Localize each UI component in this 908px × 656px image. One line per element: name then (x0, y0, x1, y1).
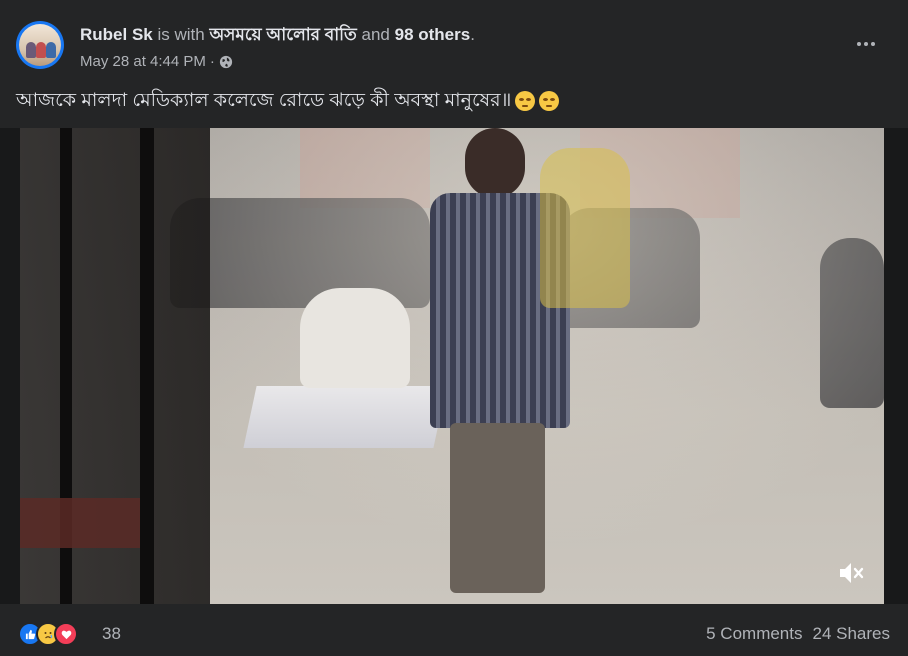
speaker-muted-icon[interactable] (836, 558, 866, 588)
post-footer: 38 5 Comments 24 Shares (0, 604, 908, 656)
shares-count[interactable]: 24 Shares (813, 624, 891, 644)
video-frame[interactable] (20, 128, 884, 604)
dot-icon (864, 42, 868, 46)
tagged-group[interactable]: অসময়ে আলোর বাতি (209, 25, 356, 44)
post-caption: আজকে মালদা মেডিক্যাল কলেজে রোডে ঝড়ে কী … (16, 88, 560, 114)
rolling-eyes-emoji (539, 91, 560, 111)
rolling-eyes-emoji (515, 91, 536, 111)
author-line: Rubel Sk is with অসময়ে আলোর বাতি and 98… (80, 24, 475, 46)
dot-icon (857, 42, 861, 46)
red-object (20, 498, 140, 548)
post-stats: 5 Comments 24 Shares (706, 624, 890, 644)
video-container[interactable] (0, 128, 908, 604)
meta-separator: · (209, 53, 215, 70)
with-text: is with (157, 25, 205, 44)
period: . (470, 25, 475, 44)
foreground-rack-bar (140, 128, 154, 604)
love-reaction-icon (54, 622, 78, 646)
reaction-count[interactable]: 38 (102, 624, 121, 644)
post-meta: May 28 at 4:44 PM · (80, 53, 233, 70)
post-timestamp[interactable]: May 28 at 4:44 PM (80, 53, 206, 70)
rider-person (540, 148, 630, 308)
dot-icon (871, 42, 875, 46)
author-avatar[interactable] (16, 21, 64, 69)
crouching-person (300, 288, 410, 388)
author-name[interactable]: Rubel Sk (80, 25, 153, 44)
post-header: Rubel Sk is with অসময়ে আলোর বাতি and 98… (0, 0, 908, 80)
caption-text: আজকে মালদা মেডিক্যাল কলেজে রোডে ঝড়ে কী … (16, 90, 512, 111)
and-text: and (361, 25, 390, 44)
comments-count[interactable]: 5 Comments (706, 624, 802, 644)
reaction-icons[interactable] (18, 622, 78, 646)
more-options-button[interactable] (854, 32, 878, 56)
tagged-others[interactable]: 98 others (395, 25, 471, 44)
globe-icon (219, 55, 233, 68)
